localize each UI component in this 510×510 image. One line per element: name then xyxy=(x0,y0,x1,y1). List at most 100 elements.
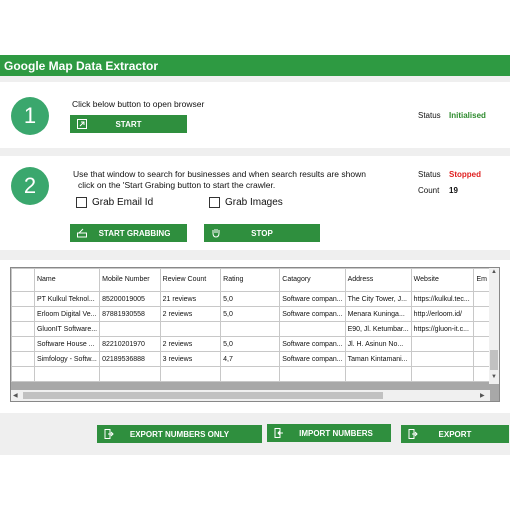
table-cell[interactable]: 85200019005 xyxy=(99,291,161,307)
step1-instruction: Click below button to open browser xyxy=(72,99,205,109)
scroll-down-arrow-icon[interactable]: ▼ xyxy=(491,374,497,380)
table-cell[interactable] xyxy=(279,321,346,337)
column-header[interactable]: Rating xyxy=(220,268,281,292)
table-cell[interactable] xyxy=(344,366,412,382)
column-header[interactable]: Em xyxy=(473,268,490,292)
table-cell[interactable]: Software compan... xyxy=(279,336,346,352)
table-cell[interactable]: 4,7 xyxy=(220,351,281,367)
row-header[interactable] xyxy=(11,351,35,367)
results-panel: Name Mobile Number Review Count Rating C… xyxy=(0,260,510,413)
table-row[interactable]: Erloom Digital Ve... 87881930558 2 reviews… xyxy=(11,306,490,322)
table-cell[interactable]: 5,0 xyxy=(220,336,281,352)
table-cell[interactable]: 21 reviews xyxy=(159,291,222,307)
table-cell[interactable] xyxy=(473,351,490,367)
table-cell[interactable] xyxy=(473,321,490,337)
table-cell[interactable]: Taman Kintamani... xyxy=(344,351,412,367)
export-numbers-only-button[interactable]: EXPORT NUMBERS ONLY xyxy=(97,425,262,443)
table-row[interactable]: GluonIT Software... E90, Jl. Ketumbar... h… xyxy=(11,321,490,337)
table-cell[interactable]: Erloom Digital Ve... xyxy=(33,306,101,322)
column-header[interactable]: Address xyxy=(344,268,412,292)
table-cell[interactable] xyxy=(159,366,222,382)
start-grabbing-button[interactable]: START GRABBING xyxy=(70,224,187,242)
table-cell[interactable] xyxy=(159,321,222,337)
scroll-left-arrow-icon[interactable]: ◀ xyxy=(13,392,18,399)
table-cell[interactable]: 2 reviews xyxy=(159,336,222,352)
stop-button[interactable]: STOP xyxy=(204,224,320,242)
results-grid[interactable]: Name Mobile Number Review Count Rating C… xyxy=(10,267,500,402)
step2-status-value: Stopped xyxy=(449,170,481,179)
table-cell[interactable]: Software compan... xyxy=(279,291,346,307)
column-header[interactable]: Mobile Number xyxy=(99,268,161,292)
table-cell[interactable]: https://kulkul.tec... xyxy=(410,291,475,307)
scroll-up-arrow-icon[interactable]: ▲ xyxy=(491,269,497,275)
table-cell[interactable]: Simfology - Softw... xyxy=(33,351,101,367)
table-cell[interactable] xyxy=(220,366,281,382)
table-cell[interactable] xyxy=(473,291,490,307)
title-bar: Google Map Data Extractor xyxy=(0,55,510,76)
table-cell[interactable]: 3 reviews xyxy=(159,351,222,367)
export-button[interactable]: EXPORT xyxy=(401,425,509,443)
table-cell[interactable]: Software compan... xyxy=(279,351,346,367)
count-label: Count xyxy=(418,186,440,195)
row-header[interactable] xyxy=(11,291,35,307)
table-cell[interactable]: https://gluon-it.c... xyxy=(410,321,475,337)
row-header[interactable] xyxy=(11,336,35,352)
step2-instruction-line1: Use that window to search for businesses… xyxy=(73,169,366,179)
results-table: Name Mobile Number Review Count Rating C… xyxy=(11,268,490,382)
table-cell[interactable]: GluonIT Software... xyxy=(33,321,101,337)
table-row[interactable]: Software House ... 82210201970 2 reviews 5,… xyxy=(11,336,490,352)
step2-panel: 2 Use that window to search for business… xyxy=(0,156,510,250)
scroll-right-arrow-icon[interactable]: ▶ xyxy=(480,392,485,399)
table-cell[interactable]: PT Kulkul Teknol... xyxy=(33,291,101,307)
column-header[interactable]: Website xyxy=(410,268,475,292)
import-numbers-button[interactable]: IMPORT NUMBERS xyxy=(267,424,391,442)
row-header[interactable] xyxy=(11,306,35,322)
vertical-scroll-thumb[interactable] xyxy=(490,350,498,370)
table-cell[interactable] xyxy=(410,351,475,367)
hand-stop-icon xyxy=(212,229,220,238)
table-header-row: Name Mobile Number Review Count Rating C… xyxy=(11,268,490,292)
step2-status-label: Status xyxy=(418,170,441,179)
table-row[interactable]: PT Kulkul Teknol... 85200019005 21 reviews… xyxy=(11,291,490,307)
export-file-icon xyxy=(104,429,114,439)
table-cell[interactable] xyxy=(279,366,346,382)
column-header[interactable]: Name xyxy=(33,268,101,292)
row-header[interactable] xyxy=(11,321,35,337)
table-cell[interactable] xyxy=(473,306,490,322)
table-cell[interactable] xyxy=(410,366,475,382)
table-cell[interactable] xyxy=(220,321,281,337)
table-cell[interactable]: Software compan... xyxy=(279,306,346,322)
table-cell[interactable]: Jl. H. Asinun No... xyxy=(344,336,412,352)
step2-number-badge: 2 xyxy=(11,167,49,205)
grab-images-checkbox[interactable] xyxy=(209,197,220,208)
table-cell[interactable] xyxy=(99,321,161,337)
table-cell[interactable]: 2 reviews xyxy=(159,306,222,322)
table-cell[interactable]: Menara Kuninga... xyxy=(344,306,412,322)
table-cell[interactable]: The City Tower, J... xyxy=(344,291,412,307)
new-row[interactable] xyxy=(11,366,490,382)
horizontal-scrollbar[interactable]: ◀ ▶ xyxy=(11,390,490,401)
table-cell[interactable]: Software House ... xyxy=(33,336,101,352)
table-cell[interactable]: 5,0 xyxy=(220,291,281,307)
table-row[interactable]: Simfology - Softw... 02189536888 3 reviews… xyxy=(11,351,490,367)
table-cell[interactable]: 5,0 xyxy=(220,306,281,322)
table-cell[interactable] xyxy=(410,336,475,352)
step1-status-label: Status xyxy=(418,111,441,120)
column-header[interactable]: Catagory xyxy=(279,268,346,292)
grab-email-checkbox[interactable] xyxy=(76,197,87,208)
table-cell[interactable]: E90, Jl. Ketumbar... xyxy=(344,321,412,337)
table-cell[interactable]: 02189536888 xyxy=(99,351,161,367)
table-cell[interactable]: 87881930558 xyxy=(99,306,161,322)
app-title: Google Map Data Extractor xyxy=(4,59,159,73)
horizontal-scroll-thumb[interactable] xyxy=(23,392,383,399)
table-cell[interactable] xyxy=(11,366,35,382)
table-cell[interactable] xyxy=(473,366,490,382)
table-cell[interactable]: http://erloom.id/ xyxy=(410,306,475,322)
vertical-scrollbar[interactable]: ▲ ▼ xyxy=(489,268,499,384)
column-header[interactable]: Review Count xyxy=(159,268,222,292)
table-cell[interactable] xyxy=(99,366,161,382)
start-button[interactable]: START xyxy=(70,115,187,133)
table-cell[interactable] xyxy=(473,336,490,352)
table-cell[interactable] xyxy=(33,366,101,382)
table-cell[interactable]: 82210201970 xyxy=(99,336,161,352)
